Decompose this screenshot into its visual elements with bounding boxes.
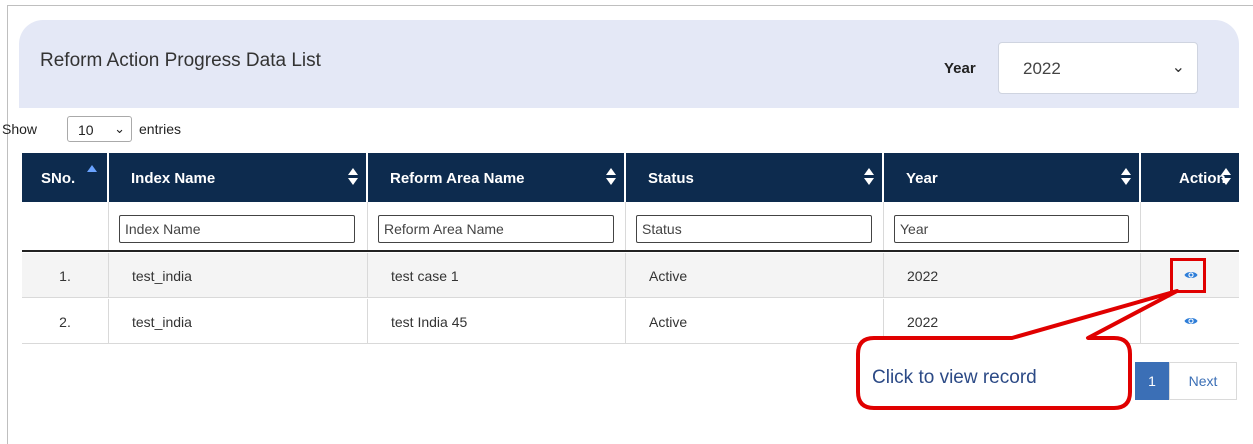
header-reform-area[interactable]: Reform Area Name	[368, 153, 626, 202]
year-select-value: 2022	[1023, 59, 1061, 78]
show-label: Show	[2, 121, 38, 137]
year-text: 2022	[907, 314, 939, 330]
table-filter-row	[22, 202, 1239, 252]
header-action-label: Action	[1179, 170, 1226, 187]
header-status[interactable]: Status	[626, 153, 884, 202]
sno-text: 1.	[59, 268, 71, 284]
table-row: 1. test_india test case 1 Active 2022	[22, 253, 1239, 298]
cell-index-name: test_india	[109, 299, 368, 343]
chevron-down-icon: ⌄	[114, 121, 125, 136]
header-index-name[interactable]: Index Name	[109, 153, 368, 202]
filter-cell	[109, 202, 368, 250]
sort-icon	[1121, 166, 1131, 188]
cell-reform-area: test India 45	[368, 299, 626, 343]
status-text: Active	[649, 268, 688, 284]
sort-icon	[1221, 166, 1231, 188]
header-year[interactable]: Year	[884, 153, 1141, 202]
filter-cell	[626, 202, 884, 250]
status-text: Active	[649, 314, 688, 330]
cell-action	[1141, 299, 1239, 343]
sort-asc-icon	[87, 163, 97, 185]
sort-icon	[606, 166, 616, 188]
filter-cell-empty	[1141, 202, 1239, 250]
filter-cell	[368, 202, 626, 250]
cell-status: Active	[626, 253, 884, 297]
header-sno[interactable]: SNo.	[22, 153, 109, 202]
index-name-filter-input[interactable]	[119, 215, 355, 243]
header-sno-label: SNo.	[41, 170, 76, 187]
reform-area-text: test India 45	[391, 314, 468, 330]
sort-icon	[348, 166, 358, 188]
cell-index-name: test_india	[109, 253, 368, 297]
reform-area-filter-input[interactable]	[378, 215, 614, 243]
callout-text: Click to view record	[872, 367, 1037, 388]
table-row: 2. test_india test India 45 Active 2022	[22, 299, 1239, 344]
cell-year: 2022	[884, 253, 1141, 297]
cell-year: 2022	[884, 299, 1141, 343]
filter-cell-empty	[22, 202, 109, 250]
entries-select[interactable]: 10 ⌄	[67, 116, 132, 142]
index-name-text: test_india	[132, 314, 192, 330]
status-filter-input[interactable]	[636, 215, 872, 243]
year-select[interactable]: 2022 ⌄	[998, 42, 1198, 94]
page-1-button[interactable]: 1	[1135, 362, 1169, 400]
entries-label: entries	[139, 121, 182, 137]
eye-icon[interactable]	[1184, 314, 1198, 328]
header-year-label: Year	[906, 170, 938, 187]
table-header-row: SNo. Index Name Reform Area Name Status …	[22, 153, 1239, 202]
filter-cell	[884, 202, 1141, 250]
cell-status: Active	[626, 299, 884, 343]
cell-sno: 2.	[22, 299, 109, 343]
chevron-down-icon: ⌄	[1171, 59, 1185, 76]
index-name-text: test_india	[132, 268, 192, 284]
cell-reform-area: test case 1	[368, 253, 626, 297]
reform-area-text: test case 1	[391, 268, 459, 284]
cell-sno: 1.	[22, 253, 109, 297]
year-text: 2022	[907, 268, 939, 284]
header-status-label: Status	[648, 170, 694, 187]
sno-text: 2.	[59, 314, 71, 330]
header-action[interactable]: Action	[1141, 153, 1239, 202]
year-filter-label: Year	[944, 60, 976, 77]
header-index-name-label: Index Name	[131, 170, 216, 187]
header-reform-area-label: Reform Area Name	[390, 170, 525, 187]
view-icon-highlight	[1170, 258, 1206, 293]
year-filter-input[interactable]	[894, 215, 1129, 243]
next-page-button[interactable]: Next	[1169, 362, 1237, 400]
panel-title: Reform Action Progress Data List	[40, 50, 321, 71]
sort-icon	[864, 166, 874, 188]
entries-select-value: 10	[78, 122, 94, 138]
